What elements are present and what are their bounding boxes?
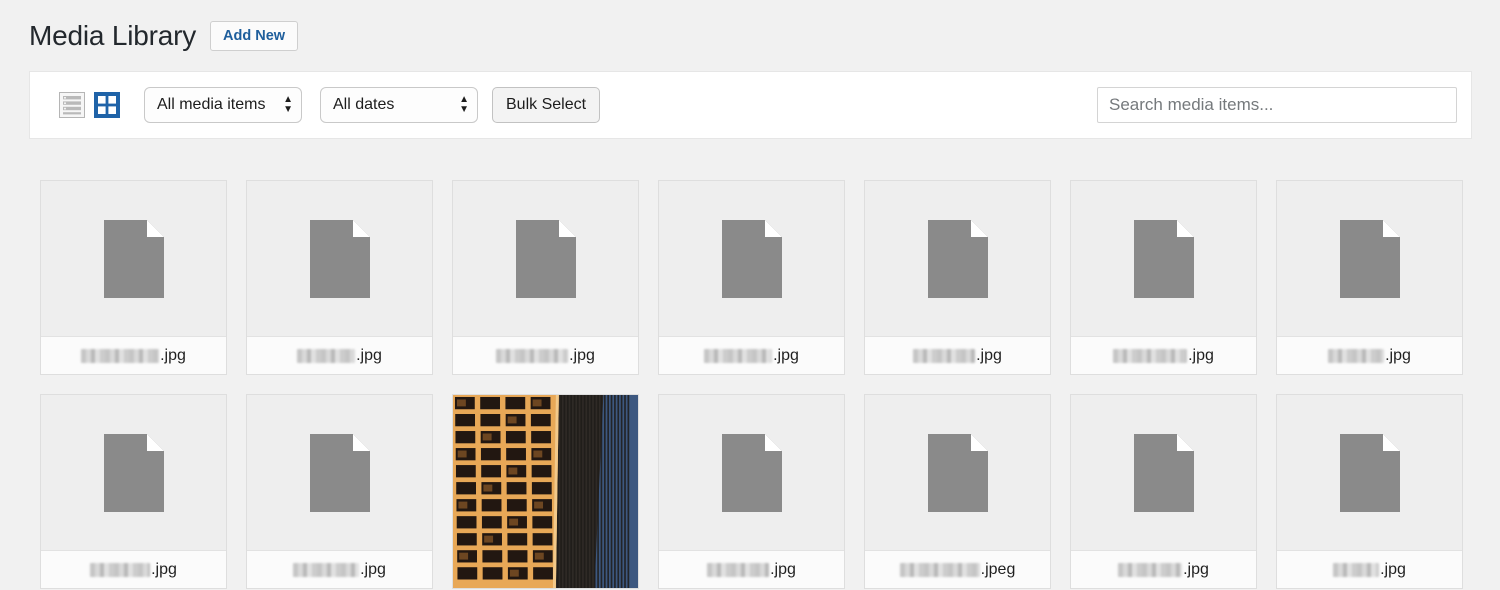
- media-filename: .jpg: [659, 550, 844, 588]
- media-filename: .jpg: [453, 336, 638, 374]
- file-document-icon: [1340, 220, 1400, 298]
- media-thumbnail: [453, 395, 638, 588]
- media-thumbnail: [41, 181, 226, 337]
- media-grid: .jpg .jpg .jpg .jpg .jpg .jpg .jpg .jpg …: [40, 180, 1470, 589]
- file-extension: .jpg: [770, 561, 796, 579]
- file-document-icon: [104, 434, 164, 512]
- media-item[interactable]: .jpg: [658, 180, 845, 375]
- file-document-icon: [1134, 220, 1194, 298]
- media-item[interactable]: .jpg: [1276, 180, 1463, 375]
- file-document-icon: [310, 220, 370, 298]
- media-item[interactable]: .jpg: [658, 394, 845, 589]
- grid-view-icon[interactable]: [94, 92, 120, 118]
- media-thumbnail: [865, 181, 1050, 337]
- view-mode-switch: [59, 92, 120, 118]
- media-thumbnail: [453, 181, 638, 337]
- file-document-icon: [1340, 434, 1400, 512]
- redacted-filename: [1333, 563, 1379, 577]
- file-document-icon: [104, 220, 164, 298]
- media-thumbnail: [659, 181, 844, 337]
- redacted-filename: [81, 349, 159, 363]
- page-title: Media Library: [29, 19, 196, 53]
- redacted-filename: [1113, 349, 1187, 363]
- redacted-filename: [1118, 563, 1182, 577]
- file-extension: .jpg: [356, 347, 382, 365]
- media-item[interactable]: .jpg: [246, 394, 433, 589]
- media-thumbnail: [1277, 395, 1462, 551]
- media-filename: .jpg: [1071, 550, 1256, 588]
- building-photo: [453, 395, 638, 588]
- file-extension: .jpg: [160, 347, 186, 365]
- add-new-button[interactable]: Add New: [210, 21, 298, 51]
- redacted-filename: [704, 349, 772, 363]
- media-thumbnail: [247, 181, 432, 337]
- media-filename: .jpeg: [865, 550, 1050, 588]
- search-input[interactable]: [1097, 87, 1457, 123]
- media-thumbnail: [1277, 181, 1462, 337]
- redacted-filename: [900, 563, 980, 577]
- page-header: Media Library Add New: [0, 0, 1500, 56]
- file-extension: .jpg: [773, 347, 799, 365]
- media-item[interactable]: .jpg: [1070, 394, 1257, 589]
- file-extension: .jpg: [1385, 347, 1411, 365]
- media-thumbnail: [247, 395, 432, 551]
- media-filename: .jpg: [247, 550, 432, 588]
- chevron-updown-icon: ▲▼: [459, 96, 469, 114]
- file-extension: .jpeg: [981, 561, 1016, 579]
- media-type-filter[interactable]: All media items ▲▼: [144, 87, 302, 123]
- media-item[interactable]: .jpeg: [864, 394, 1051, 589]
- file-document-icon: [516, 220, 576, 298]
- file-document-icon: [928, 434, 988, 512]
- redacted-filename: [1328, 349, 1384, 363]
- media-thumbnail: [865, 395, 1050, 551]
- file-extension: .jpg: [151, 561, 177, 579]
- redacted-filename: [297, 349, 355, 363]
- media-item[interactable]: .jpg: [1276, 394, 1463, 589]
- media-filename: .jpg: [1071, 336, 1256, 374]
- media-thumbnail: [1071, 395, 1256, 551]
- bulk-select-button[interactable]: Bulk Select: [492, 87, 600, 123]
- file-extension: .jpg: [569, 347, 595, 365]
- file-document-icon: [928, 220, 988, 298]
- media-type-filter-label: All media items: [157, 96, 265, 114]
- media-thumbnail: [1071, 181, 1256, 337]
- file-extension: .jpg: [1188, 347, 1214, 365]
- media-thumbnail: [659, 395, 844, 551]
- media-toolbar: All media items ▲▼ All dates ▲▼ Bulk Sel…: [29, 71, 1472, 139]
- redacted-filename: [707, 563, 769, 577]
- file-document-icon: [1134, 434, 1194, 512]
- list-view-icon[interactable]: [59, 92, 85, 118]
- redacted-filename: [90, 563, 150, 577]
- redacted-filename: [913, 349, 975, 363]
- media-item[interactable]: [452, 394, 639, 589]
- media-filename: .jpg: [1277, 550, 1462, 588]
- media-item[interactable]: .jpg: [40, 180, 227, 375]
- media-item[interactable]: .jpg: [40, 394, 227, 589]
- file-extension: .jpg: [1380, 561, 1406, 579]
- media-filename: .jpg: [41, 550, 226, 588]
- date-filter[interactable]: All dates ▲▼: [320, 87, 478, 123]
- file-extension: .jpg: [976, 347, 1002, 365]
- media-item[interactable]: .jpg: [1070, 180, 1257, 375]
- redacted-filename: [293, 563, 359, 577]
- media-filename: .jpg: [865, 336, 1050, 374]
- chevron-updown-icon: ▲▼: [283, 96, 293, 114]
- media-filename: .jpg: [41, 336, 226, 374]
- media-filename: .jpg: [247, 336, 432, 374]
- file-extension: .jpg: [360, 561, 386, 579]
- file-document-icon: [722, 434, 782, 512]
- file-document-icon: [310, 434, 370, 512]
- media-item[interactable]: .jpg: [864, 180, 1051, 375]
- media-thumbnail: [41, 395, 226, 551]
- media-item[interactable]: .jpg: [246, 180, 433, 375]
- media-filename: .jpg: [659, 336, 844, 374]
- file-document-icon: [722, 220, 782, 298]
- redacted-filename: [496, 349, 568, 363]
- media-filename: .jpg: [1277, 336, 1462, 374]
- file-extension: .jpg: [1183, 561, 1209, 579]
- media-item[interactable]: .jpg: [452, 180, 639, 375]
- date-filter-label: All dates: [333, 96, 394, 114]
